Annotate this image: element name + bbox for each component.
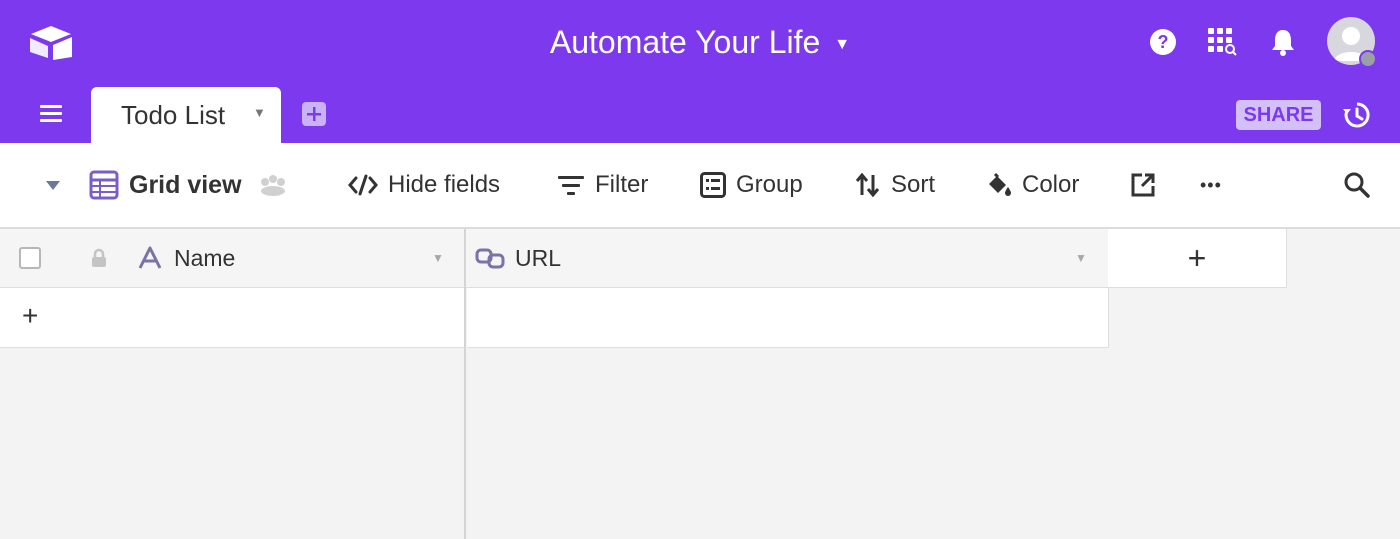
add-row-button[interactable]: + <box>22 300 38 332</box>
column-url-label: URL <box>515 244 562 271</box>
sort-icon <box>855 173 880 197</box>
add-row[interactable]: + <box>0 288 465 348</box>
search-button[interactable] <box>1343 143 1381 227</box>
search-icon <box>1344 172 1370 198</box>
column-header-url[interactable]: URL ▼ <box>475 229 1105 287</box>
color-label: Color <box>1022 171 1080 198</box>
hamburger-menu-icon[interactable] <box>38 102 66 126</box>
sort-label: Sort <box>891 171 936 198</box>
caret-down-icon <box>46 181 60 190</box>
top-bar: Automate Your Life ▼ ? Todo List ▼ SHARE <box>0 0 1400 143</box>
hide-fields-label: Hide fields <box>388 171 501 198</box>
chevron-down-icon[interactable]: ▼ <box>253 105 266 120</box>
base-title[interactable]: Automate Your Life ▼ <box>0 22 1400 65</box>
filter-label: Filter <box>595 171 649 198</box>
hide-fields-button[interactable]: Hide fields <box>348 143 500 227</box>
grid-view-icon <box>89 170 119 200</box>
tab-label: Todo List <box>121 100 226 130</box>
hide-fields-icon <box>348 174 378 196</box>
checkbox-icon <box>19 247 41 269</box>
share-button[interactable]: SHARE <box>1236 100 1321 130</box>
column-name-label: Name <box>174 244 236 271</box>
history-icon[interactable] <box>1342 100 1372 130</box>
add-field-button[interactable]: + <box>1108 229 1287 288</box>
collaborators-icon <box>260 175 285 196</box>
status-dot-icon <box>1359 50 1377 68</box>
paint-bucket-icon <box>989 172 1011 196</box>
group-button[interactable]: Group <box>700 143 803 227</box>
url-link-icon <box>475 248 505 269</box>
sort-button[interactable]: Sort <box>855 143 935 227</box>
add-table-icon[interactable] <box>302 102 326 126</box>
help-icon[interactable]: ? <box>1145 24 1181 60</box>
column-header-name[interactable]: Name ▼ <box>138 229 462 287</box>
base-title-text: Automate Your Life <box>549 24 821 60</box>
view-name: Grid view <box>129 170 242 199</box>
grid-header-row: Name ▼ URL ▼ <box>0 229 1108 288</box>
frozen-column-divider[interactable] <box>464 229 466 539</box>
grid: Name ▼ URL ▼ + + <box>0 229 1400 539</box>
select-all-checkbox[interactable] <box>19 229 41 287</box>
view-switcher[interactable]: Grid view <box>89 143 300 227</box>
text-field-icon <box>138 246 162 269</box>
add-row-cell[interactable] <box>467 288 1109 348</box>
group-icon <box>700 172 726 198</box>
filter-button[interactable]: Filter <box>557 143 648 227</box>
share-view-button[interactable] <box>1130 143 1166 227</box>
column-menu-chevron-icon[interactable]: ▼ <box>1075 251 1087 265</box>
chevron-down-icon: ▼ <box>834 35 851 53</box>
notification-bell-icon[interactable] <box>1265 24 1301 60</box>
color-button[interactable]: Color <box>986 143 1079 227</box>
tab-todo-list[interactable]: Todo List ▼ <box>91 87 281 143</box>
views-sidebar-toggle[interactable] <box>44 143 72 227</box>
lock-icon <box>90 229 108 287</box>
filter-icon <box>558 176 584 195</box>
more-options-icon[interactable]: ••• <box>1200 143 1222 227</box>
group-label: Group <box>736 171 803 198</box>
column-menu-chevron-icon[interactable]: ▼ <box>432 251 444 265</box>
apps-search-icon[interactable] <box>1204 24 1240 60</box>
svg-text:?: ? <box>1158 32 1169 52</box>
view-toolbar: Grid view Hide fields Filter Group Sort … <box>0 143 1400 229</box>
external-link-icon <box>1131 173 1155 197</box>
